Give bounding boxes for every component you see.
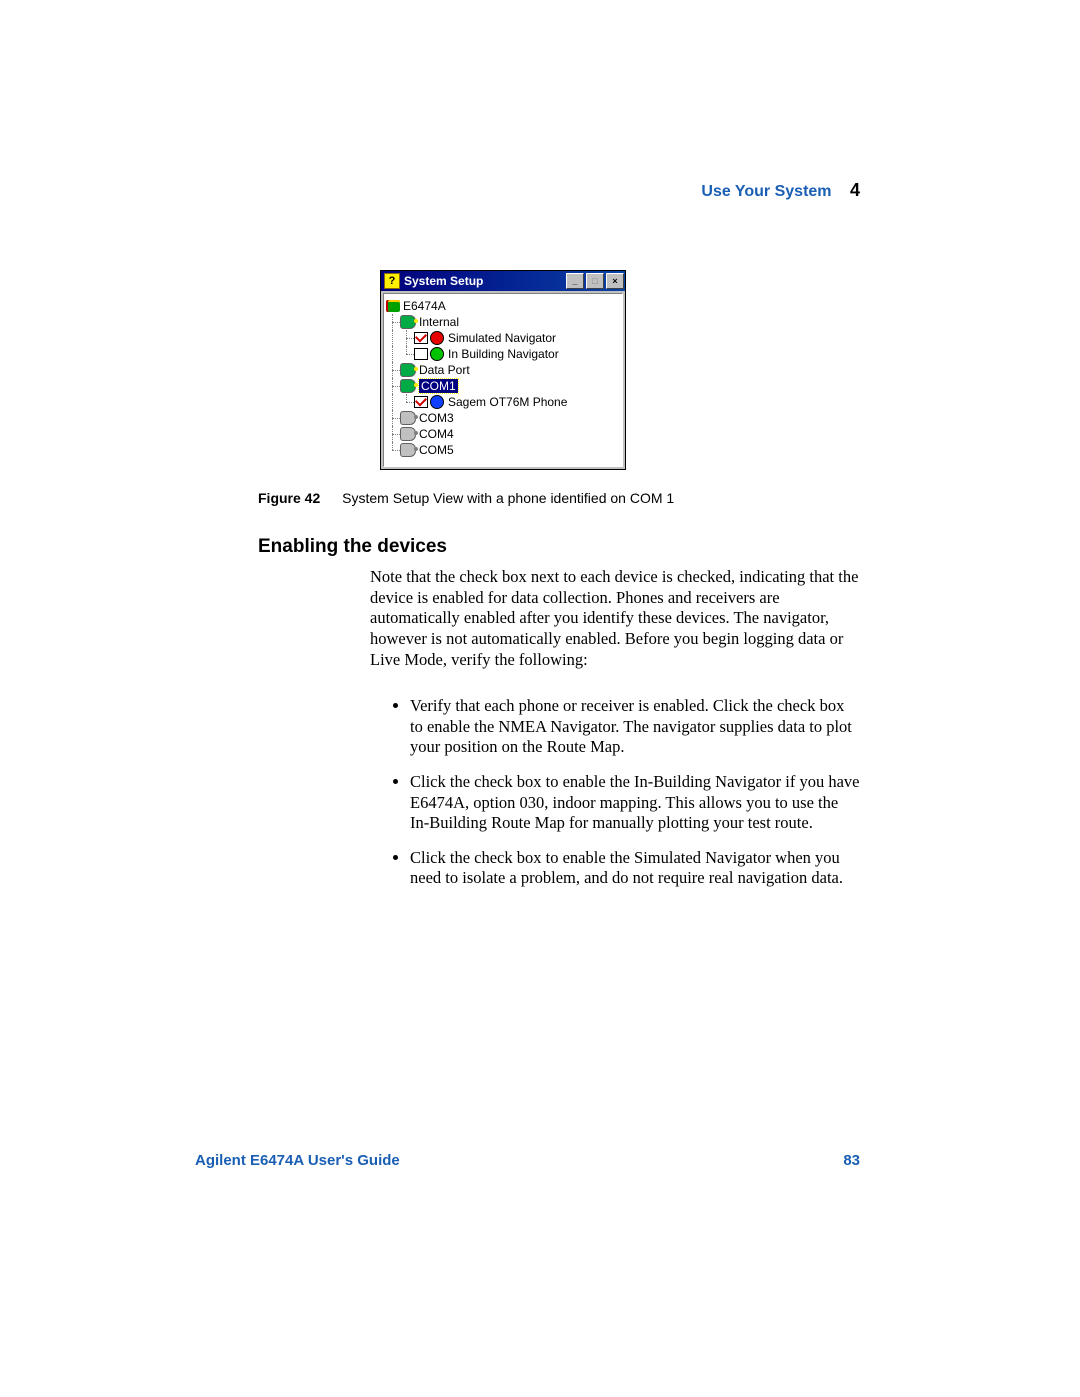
tree-item[interactable]: In Building Navigator [386, 346, 620, 362]
node-label: COM4 [419, 427, 454, 441]
page-header: Use Your System 4 [701, 180, 860, 201]
tree-node-com[interactable]: COM4 [386, 426, 620, 442]
item-label: In Building Navigator [448, 347, 559, 361]
figure-number: Figure 42 [258, 490, 320, 506]
tree-view[interactable]: E6474A Internal Simulated Navigator In B… [383, 293, 623, 467]
system-setup-window: ? System Setup _ □ × E6474A Internal Sim… [380, 270, 626, 470]
status-dot-icon [430, 331, 444, 345]
figure-caption: Figure 42 System Setup View with a phone… [258, 490, 674, 506]
bullet-list: Verify that each phone or receiver is en… [390, 696, 860, 903]
tree-node-dataport[interactable]: Data Port [386, 362, 620, 378]
section-heading: Enabling the devices [258, 536, 447, 558]
port-icon [400, 427, 416, 441]
page-number: 83 [843, 1152, 860, 1169]
list-item: Click the check box to enable the In-Bui… [410, 772, 860, 834]
header-title: Use Your System [701, 183, 831, 200]
root-label: E6474A [403, 299, 446, 313]
chapter-number: 4 [850, 180, 860, 200]
tree-node-com[interactable]: COM3 [386, 410, 620, 426]
help-icon: ? [384, 273, 400, 289]
footer-title: Agilent E6474A User's Guide [195, 1152, 400, 1169]
device-icon [386, 300, 400, 312]
tree-root[interactable]: E6474A [386, 298, 620, 314]
tree-node-com[interactable]: COM5 [386, 442, 620, 458]
node-label: Data Port [419, 363, 470, 377]
list-item: Verify that each phone or receiver is en… [410, 696, 860, 758]
port-icon [400, 443, 416, 457]
status-dot-icon [430, 395, 444, 409]
node-label: Internal [419, 315, 459, 329]
tree-item[interactable]: Simulated Navigator [386, 330, 620, 346]
close-button[interactable]: × [606, 273, 624, 289]
checkbox-icon[interactable] [414, 348, 428, 360]
list-item: Click the check box to enable the Simula… [410, 848, 860, 889]
titlebar[interactable]: ? System Setup _ □ × [381, 271, 625, 291]
port-icon [400, 363, 416, 377]
status-dot-icon [430, 347, 444, 361]
port-icon [400, 315, 416, 329]
tree-node-com1[interactable]: COM1 [386, 378, 620, 394]
node-label-selected: COM1 [419, 379, 458, 393]
checkbox-icon[interactable] [414, 332, 428, 344]
port-icon [400, 411, 416, 425]
checkbox-icon[interactable] [414, 396, 428, 408]
body-paragraph: Note that the check box next to each dev… [370, 567, 860, 670]
node-label: COM5 [419, 443, 454, 457]
node-label: COM3 [419, 411, 454, 425]
tree-node-internal[interactable]: Internal [386, 314, 620, 330]
maximize-button[interactable]: □ [586, 273, 604, 289]
minimize-button[interactable]: _ [566, 273, 584, 289]
window-title: System Setup [404, 274, 565, 288]
item-label: Simulated Navigator [448, 331, 556, 345]
tree-item[interactable]: Sagem OT76M Phone [386, 394, 620, 410]
port-icon [400, 379, 416, 393]
item-label: Sagem OT76M Phone [448, 395, 567, 409]
figure-text: System Setup View with a phone identifie… [342, 490, 674, 506]
